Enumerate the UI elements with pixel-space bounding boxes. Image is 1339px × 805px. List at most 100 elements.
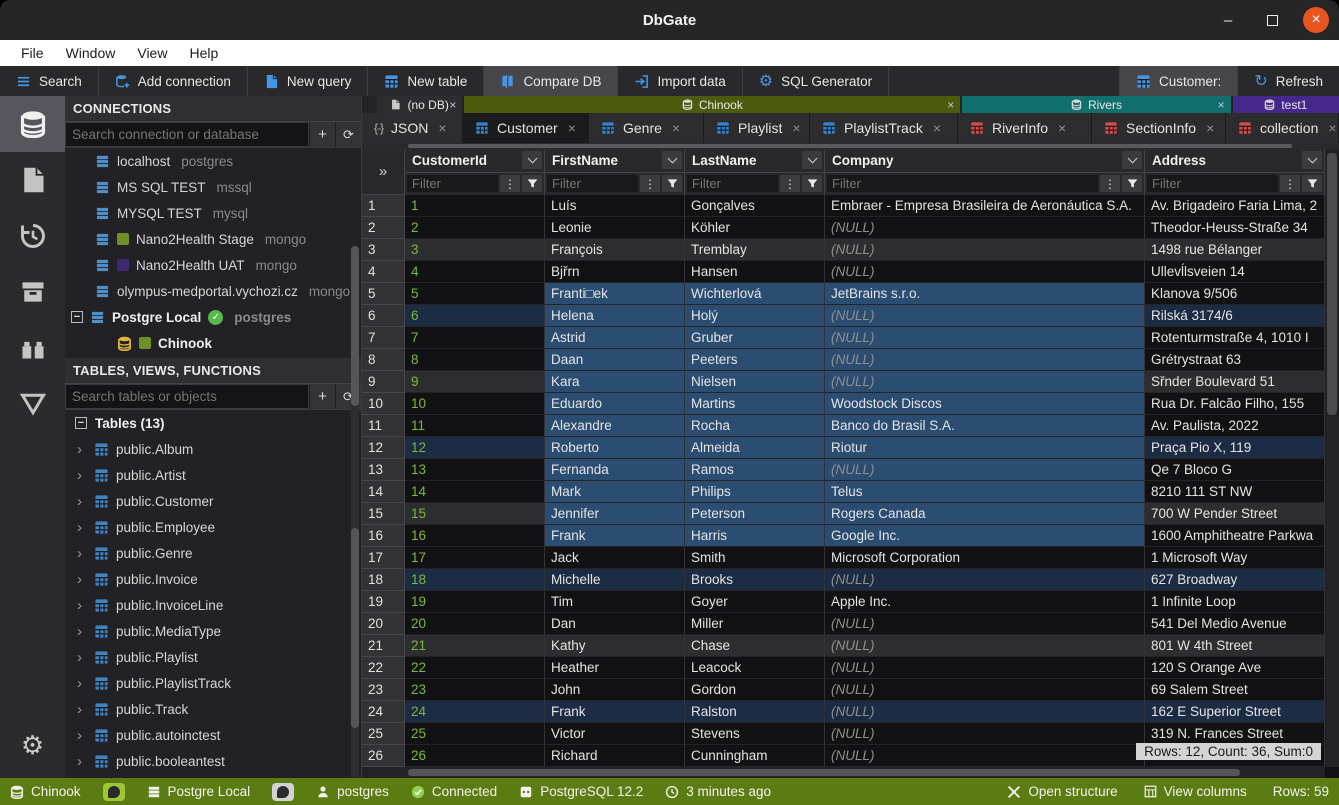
cell-lastname[interactable]: Harris: [685, 525, 825, 547]
cell-customerid[interactable]: 23: [405, 679, 545, 701]
cell-firstname[interactable]: Astrid: [545, 327, 685, 349]
row-number[interactable]: 5: [362, 283, 405, 305]
cell-customerid[interactable]: 7: [405, 327, 545, 349]
table-item[interactable]: ›public.Playlist: [65, 644, 361, 670]
column-header-customerid[interactable]: CustomerId: [405, 149, 545, 173]
grid-horizontal-scrollbar[interactable]: [362, 767, 1325, 778]
grid-corner-expand-button[interactable]: »: [362, 149, 405, 195]
compare-db-button[interactable]: Compare DB: [484, 66, 618, 96]
filter-input[interactable]: [407, 175, 498, 192]
cell-customerid[interactable]: 2: [405, 217, 545, 239]
cell-address[interactable]: Qe 7 Bloco G: [1145, 459, 1325, 481]
cell-lastname[interactable]: Leacock: [685, 657, 825, 679]
cell-company[interactable]: (NULL): [825, 239, 1145, 261]
tables-group-row[interactable]: − Tables (13): [65, 410, 361, 436]
expand-chevron-icon[interactable]: ›: [77, 545, 87, 562]
cell-address[interactable]: 627 Broadway: [1145, 569, 1325, 591]
cell-address[interactable]: Grétrystraat 63: [1145, 349, 1325, 371]
close-icon[interactable]: ×: [1206, 120, 1214, 136]
row-number[interactable]: 9: [362, 371, 405, 393]
connection-item[interactable]: MYSQL TESTmysql: [65, 200, 361, 226]
cell-customerid[interactable]: 21: [405, 635, 545, 657]
new-table-button[interactable]: New table: [368, 66, 484, 96]
cell-lastname[interactable]: Wichterlová: [685, 283, 825, 305]
settings-rail-slot[interactable]: ⚙: [0, 720, 65, 770]
close-icon[interactable]: ×: [438, 120, 446, 136]
new-query-button[interactable]: New query: [248, 66, 369, 96]
cell-firstname[interactable]: Dan: [545, 613, 685, 635]
cell-customerid[interactable]: 9: [405, 371, 545, 393]
cell-firstname[interactable]: Victor: [545, 723, 685, 745]
cell-company[interactable]: (NULL): [825, 217, 1145, 239]
table-item[interactable]: ›public.Invoice: [65, 566, 361, 592]
table-item[interactable]: ›public.InvoiceLine: [65, 592, 361, 618]
cell-customerid[interactable]: 6: [405, 305, 545, 327]
row-number[interactable]: 26: [362, 745, 405, 767]
cell-firstname[interactable]: Jack: [545, 547, 685, 569]
row-number[interactable]: 18: [362, 569, 405, 591]
cell-company[interactable]: (NULL): [825, 569, 1145, 591]
table-item[interactable]: ›public.Genre: [65, 540, 361, 566]
connection-item[interactable]: Nano2Health Stagemongo: [65, 226, 361, 252]
minimize-button[interactable]: –: [1215, 7, 1241, 33]
column-header-company[interactable]: Company: [825, 149, 1145, 173]
cell-address[interactable]: 162 E Superior Street: [1145, 701, 1325, 723]
tab-collection[interactable]: collection×: [1226, 113, 1339, 143]
menu-help[interactable]: Help: [178, 40, 229, 66]
close-icon[interactable]: ×: [947, 98, 954, 112]
connection-item[interactable]: localhostpostgres: [65, 148, 361, 174]
cell-company[interactable]: (NULL): [825, 327, 1145, 349]
close-icon[interactable]: ×: [672, 120, 680, 136]
cell-address[interactable]: 69 Salem Street: [1145, 679, 1325, 701]
cell-address[interactable]: Sřnder Boulevard 51: [1145, 371, 1325, 393]
tables-plus-button[interactable]: +: [309, 384, 335, 409]
tab-sectioninfo[interactable]: SectionInfo×: [1092, 113, 1226, 143]
cell-address[interactable]: 801 W 4th Street: [1145, 635, 1325, 657]
cell-firstname[interactable]: Franti□ek: [545, 283, 685, 305]
status-view-columns[interactable]: View columns: [1144, 784, 1247, 799]
close-icon[interactable]: ×: [933, 120, 941, 136]
cell-company[interactable]: (NULL): [825, 261, 1145, 283]
rail-database-button[interactable]: [0, 96, 65, 152]
row-number[interactable]: 7: [362, 327, 405, 349]
cell-company[interactable]: (NULL): [825, 745, 1145, 767]
close-icon[interactable]: ×: [1218, 98, 1225, 112]
cell-firstname[interactable]: Kara: [545, 371, 685, 393]
close-icon[interactable]: ×: [1328, 120, 1336, 136]
rail-file-button[interactable]: [0, 152, 65, 208]
row-number[interactable]: 17: [362, 547, 405, 569]
connections-refresh-button[interactable]: ⟳: [335, 122, 361, 147]
table-item[interactable]: ›public.Track: [65, 696, 361, 722]
cell-firstname[interactable]: Jennifer: [545, 503, 685, 525]
sql-generator-button[interactable]: ⚙SQL Generator: [743, 66, 889, 96]
menu-file[interactable]: File: [10, 40, 55, 66]
row-number[interactable]: 16: [362, 525, 405, 547]
cell-address[interactable]: 8210 111 ST NW: [1145, 481, 1325, 503]
cell-firstname[interactable]: Fernanda: [545, 459, 685, 481]
filter-menu-button[interactable]: ⋮: [500, 175, 520, 192]
rail-archive-button[interactable]: [0, 264, 65, 320]
connection-item[interactable]: Chinook: [65, 330, 361, 356]
palette-icon[interactable]: [103, 783, 125, 801]
close-icon[interactable]: ×: [1058, 120, 1066, 136]
row-number[interactable]: 1: [362, 195, 405, 217]
expand-chevron-icon[interactable]: ›: [77, 753, 87, 770]
filter-input[interactable]: [547, 175, 638, 192]
cell-customerid[interactable]: 8: [405, 349, 545, 371]
connection-item[interactable]: −Postgre Local✓postgres: [65, 304, 361, 330]
row-number[interactable]: 23: [362, 679, 405, 701]
cell-customerid[interactable]: 4: [405, 261, 545, 283]
customer-button[interactable]: Customer:: [1119, 66, 1237, 96]
filter-menu-button[interactable]: ⋮: [1100, 175, 1120, 192]
cell-customerid[interactable]: 24: [405, 701, 545, 723]
cell-lastname[interactable]: Chase: [685, 635, 825, 657]
funnel-icon-button[interactable]: [522, 175, 542, 192]
add-connection-button[interactable]: Add connection: [99, 66, 248, 96]
cell-lastname[interactable]: Peterson: [685, 503, 825, 525]
cell-address[interactable]: Av. Paulista, 2022: [1145, 415, 1325, 437]
cell-company[interactable]: Rogers Canada: [825, 503, 1145, 525]
tables-scrollbar[interactable]: [351, 524, 359, 778]
row-number[interactable]: 19: [362, 591, 405, 613]
cell-lastname[interactable]: Martins: [685, 393, 825, 415]
collapse-icon[interactable]: −: [71, 311, 83, 323]
